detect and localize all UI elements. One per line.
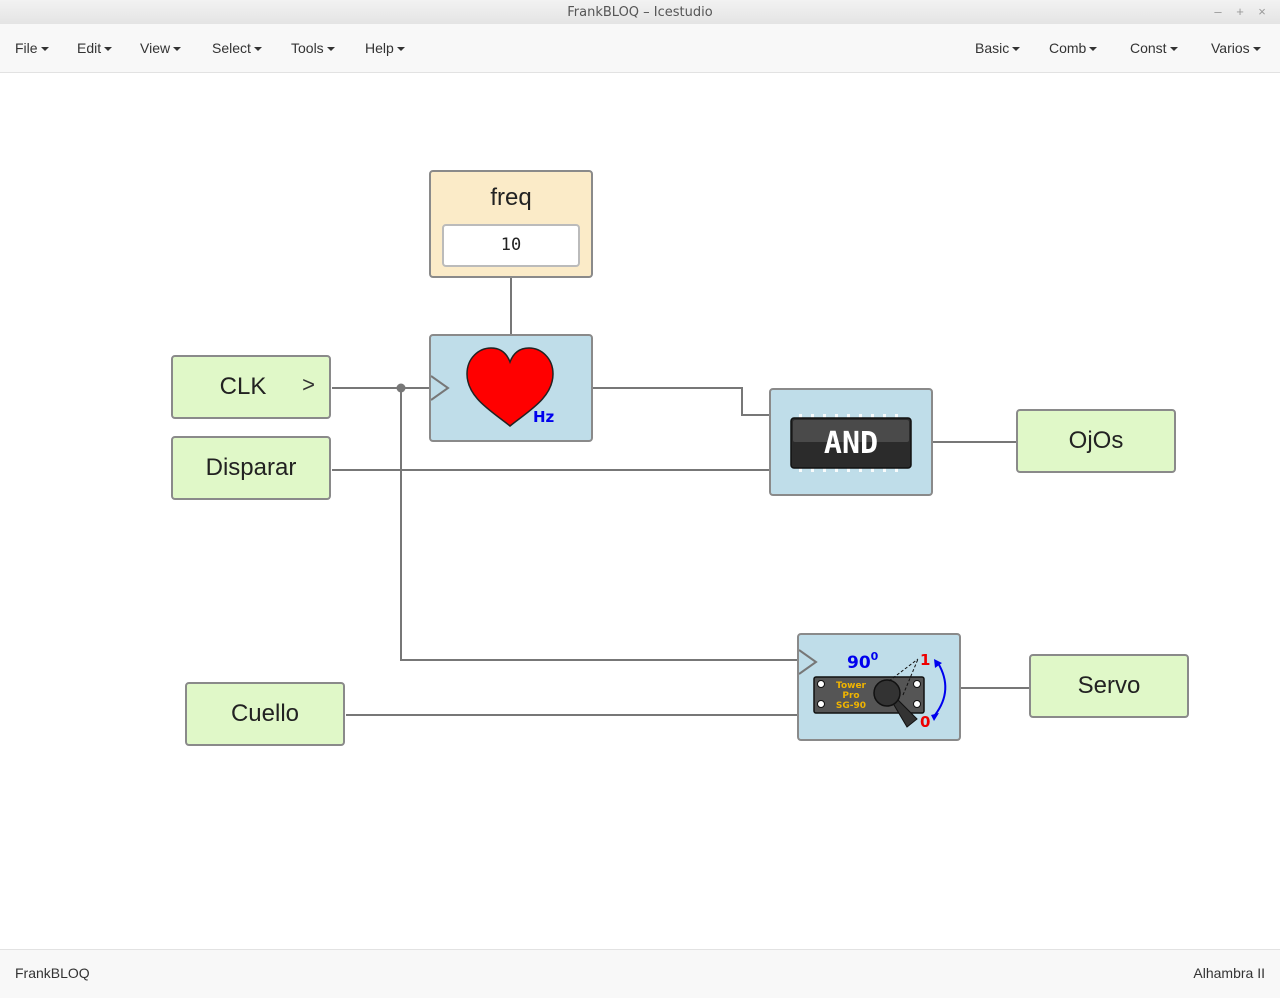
status-bar: FrankBLOQ Alhambra II xyxy=(0,949,1280,998)
servo-angle: 900 xyxy=(847,650,879,673)
window-title: FrankBLOQ – Icestudio xyxy=(567,5,713,20)
clock-input-marker xyxy=(431,375,450,401)
board-name[interactable]: Alhambra II xyxy=(1193,965,1265,981)
caret-down-icon xyxy=(1089,47,1098,52)
menu-const[interactable]: Const xyxy=(1130,40,1178,56)
rotation-arrow-icon xyxy=(934,662,947,716)
svg-text:Pro: Pro xyxy=(842,691,859,701)
menu-view[interactable]: View xyxy=(140,40,182,56)
caret-down-icon xyxy=(1012,47,1021,52)
heartbeat-graphic: Hz xyxy=(431,347,555,427)
svg-text:Tower: Tower xyxy=(836,681,867,691)
and-chip-graphic: AND xyxy=(790,414,912,472)
clock-input-marker xyxy=(799,649,818,675)
input-cuello[interactable]: Cuello xyxy=(185,682,345,746)
design-canvas[interactable]: freq 10 Hz AND 900 Tower Pro SG-90 1 0 C… xyxy=(0,73,1280,949)
menu-edit[interactable]: Edit xyxy=(77,40,113,56)
menu-tools[interactable]: Tools xyxy=(291,40,335,56)
caret-down-icon xyxy=(173,47,182,52)
caret-down-icon xyxy=(253,47,262,52)
servo-low-label: 0 xyxy=(920,713,930,731)
caret-down-icon xyxy=(396,47,405,52)
and-gate-block[interactable]: AND xyxy=(769,388,933,496)
wire-junction xyxy=(396,383,406,393)
output-servo[interactable]: Servo xyxy=(1029,654,1189,718)
maximize-button[interactable]: + xyxy=(1231,3,1249,21)
output-ojos[interactable]: OjOs xyxy=(1016,409,1176,473)
wires-layer xyxy=(332,278,1029,716)
caret-down-icon xyxy=(1252,47,1261,52)
svg-text:SG-90: SG-90 xyxy=(836,701,866,711)
caret-down-icon xyxy=(40,47,49,52)
and-chip-label: AND xyxy=(824,426,878,461)
input-clk[interactable]: CLK > xyxy=(171,355,331,419)
freq-name: freq xyxy=(490,184,532,211)
caret-down-icon xyxy=(1169,47,1178,52)
servo-graphic: 900 Tower Pro SG-90 1 0 xyxy=(799,649,947,731)
close-button[interactable]: × xyxy=(1253,3,1271,21)
clock-icon: > xyxy=(302,372,315,397)
freq-value-input[interactable]: 10 xyxy=(442,224,580,267)
hz-label: Hz xyxy=(533,408,555,426)
menu-help[interactable]: Help xyxy=(365,40,405,56)
servo-block[interactable]: 900 Tower Pro SG-90 1 0 xyxy=(797,633,961,741)
heartbeat-block[interactable]: Hz xyxy=(429,334,593,442)
minimize-button[interactable]: – xyxy=(1209,3,1227,21)
wire-heart-and[interactable] xyxy=(592,387,769,416)
freq-constant-block[interactable]: freq 10 xyxy=(429,170,593,278)
caret-down-icon xyxy=(326,47,335,52)
menu-bar: File Edit View Select Tools Help Basic C… xyxy=(0,24,1280,73)
caret-down-icon xyxy=(104,47,113,52)
menu-select[interactable]: Select xyxy=(212,40,262,56)
menu-file[interactable]: File xyxy=(15,40,49,56)
menu-varios[interactable]: Varios xyxy=(1211,40,1261,56)
title-bar: FrankBLOQ – Icestudio – + × xyxy=(0,0,1280,25)
menu-comb[interactable]: Comb xyxy=(1049,40,1098,56)
servo-high-label: 1 xyxy=(920,651,930,669)
menu-basic[interactable]: Basic xyxy=(975,40,1021,56)
project-name: FrankBLOQ xyxy=(15,965,90,981)
input-disparar[interactable]: Disparar xyxy=(171,436,331,500)
